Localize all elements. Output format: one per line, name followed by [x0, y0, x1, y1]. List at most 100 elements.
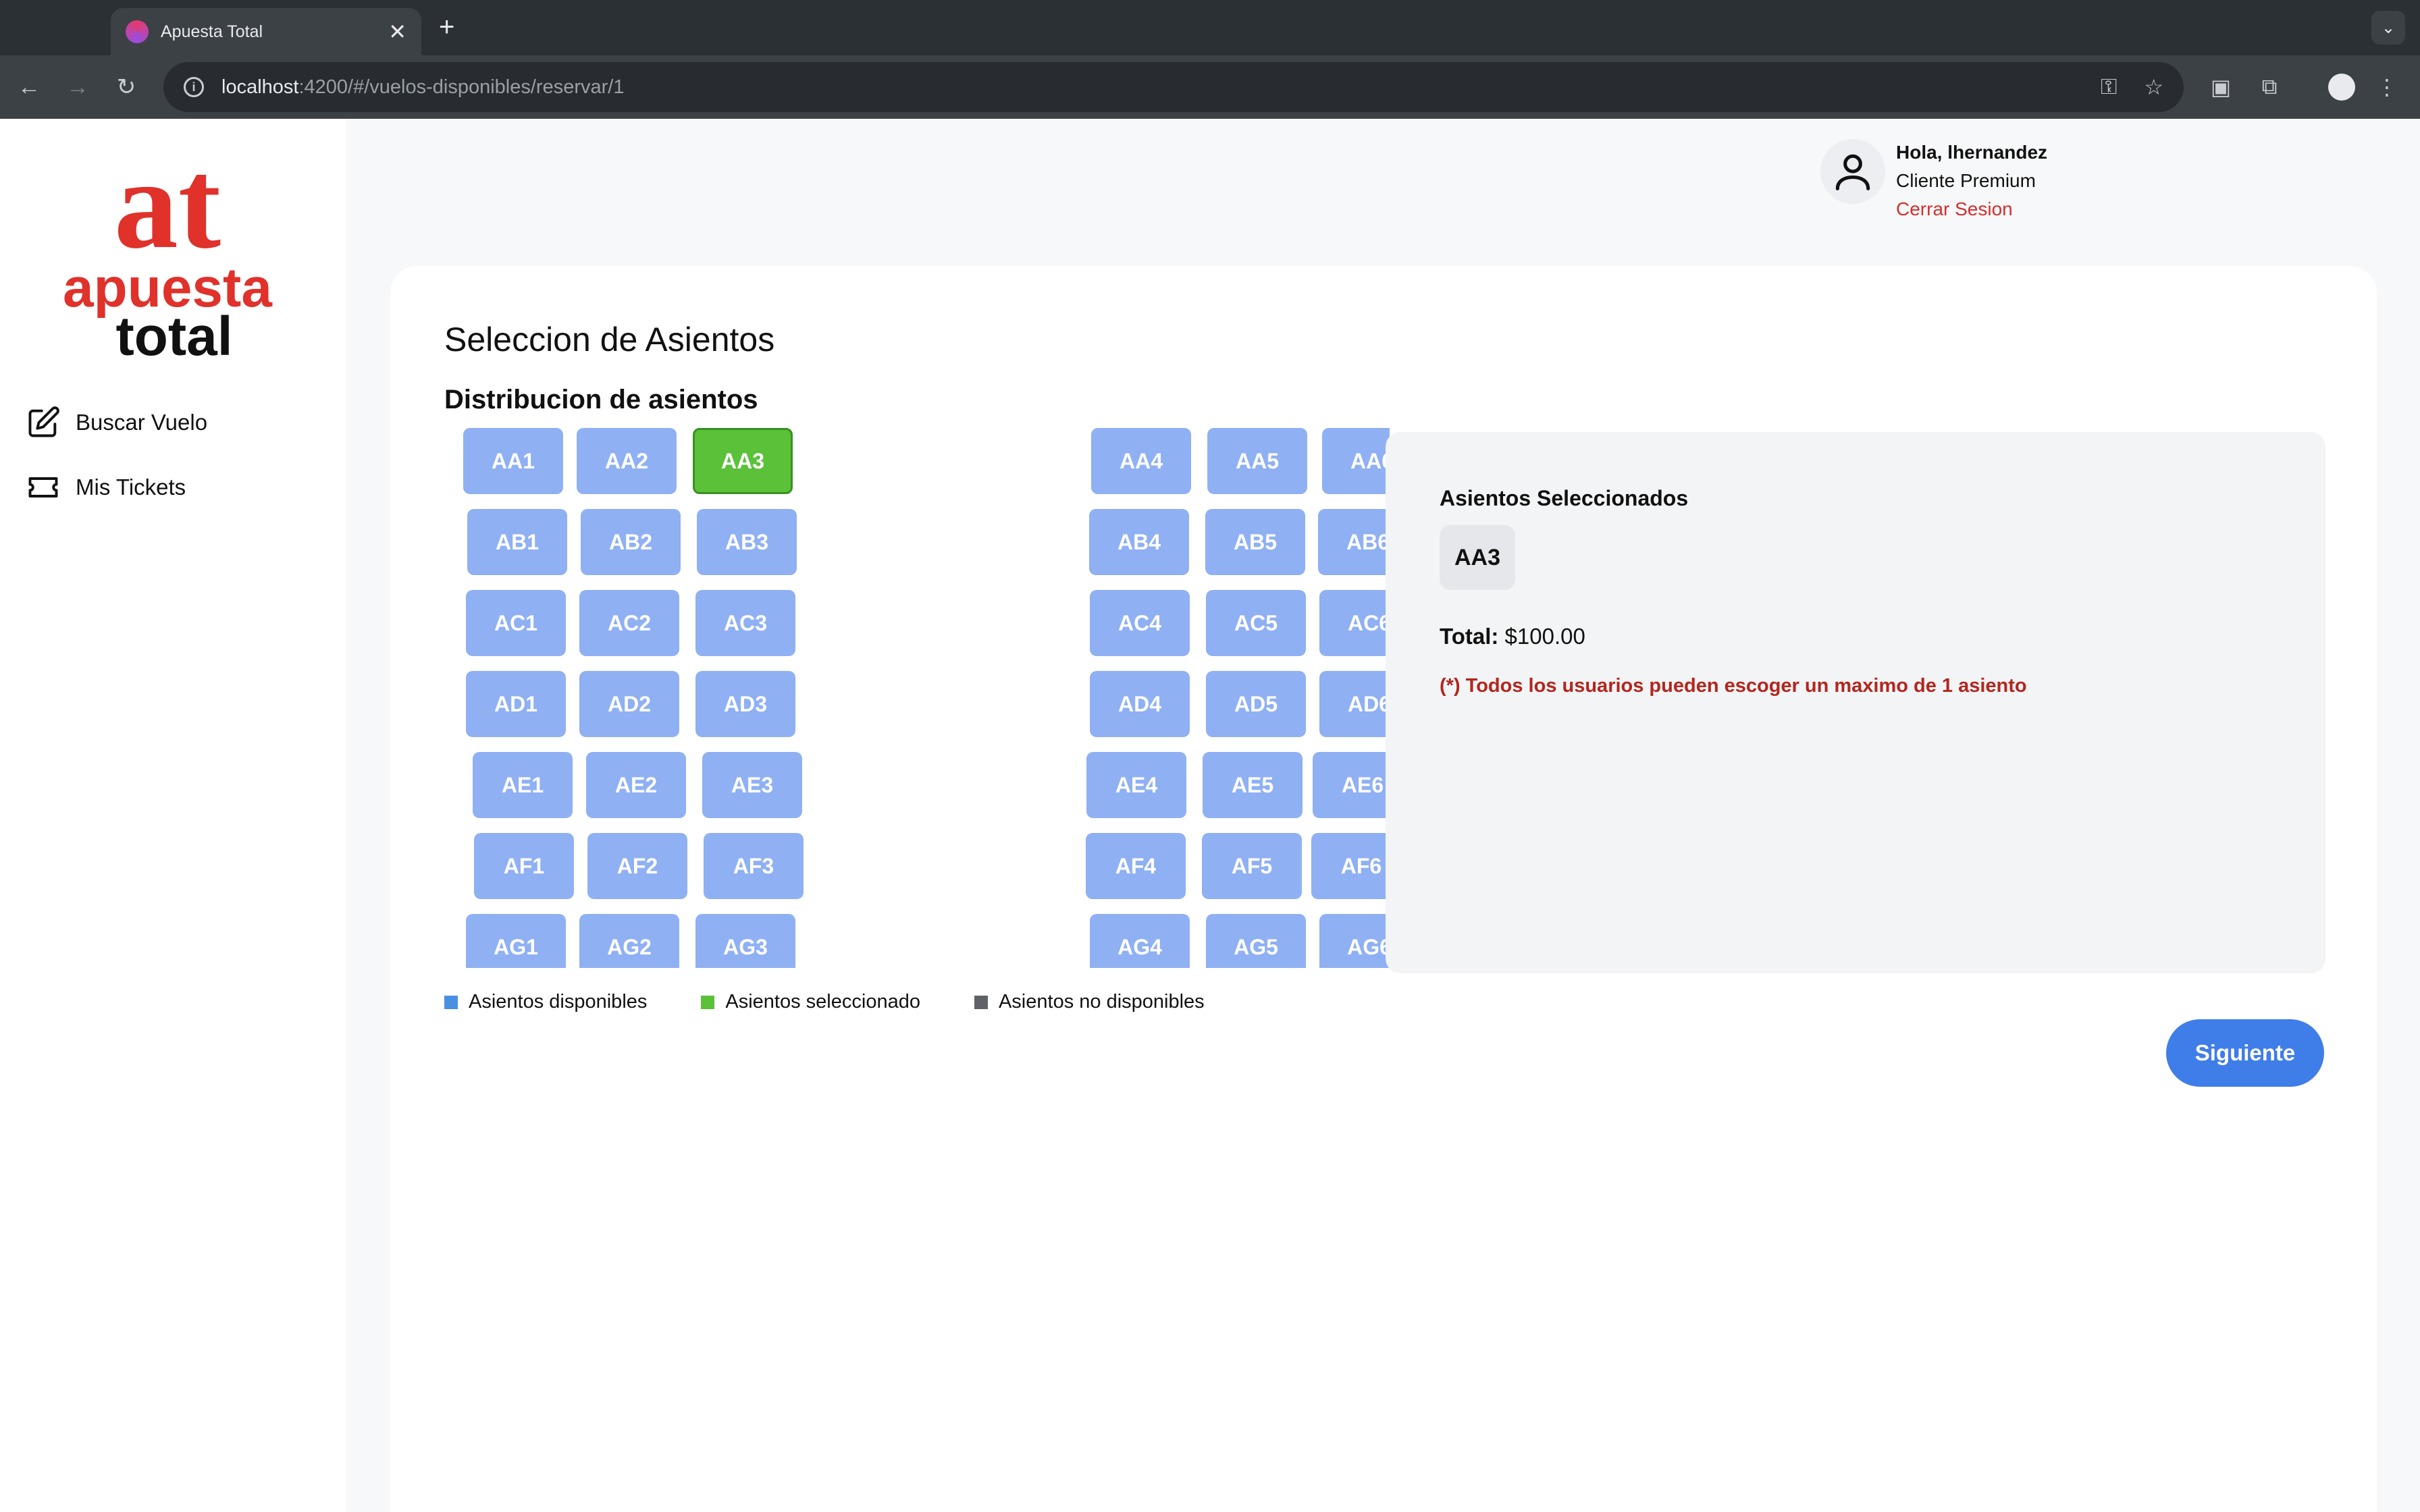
seat-map: AA1 AA2 AA3 AA4 AA5 AA6 AB1 AB2 AB3 AB4 AB5 AB6 AC1 A…	[444, 428, 1390, 968]
legend-label: Asientos seleccionado	[725, 991, 920, 1013]
page-title: Seleccion de Asientos	[444, 321, 775, 358]
total-value: $100.00	[1504, 624, 1585, 649]
seat-ab1[interactable]: AB1	[467, 509, 567, 575]
sidebar-item-buscar-vuelo[interactable]: Buscar Vuelo	[26, 405, 207, 440]
seat-ag2[interactable]: AG2	[579, 914, 679, 968]
seat-ae1[interactable]: AE1	[473, 752, 573, 818]
profile-avatar-icon[interactable]	[2328, 74, 2355, 101]
tab-title: Apuesta Total	[161, 22, 263, 41]
section-title: Distribucion de asientos	[444, 385, 758, 414]
user-greeting: Hola, lhernandez	[1896, 142, 2048, 163]
logo-at-text: at	[114, 146, 221, 275]
seat-af5[interactable]: AF5	[1202, 833, 1302, 899]
total-price: Total: $100.00	[1440, 624, 1585, 649]
seat-ae4[interactable]: AE4	[1086, 752, 1186, 818]
address-bar[interactable]: i localhost:4200/#/vuelos-disponibles/re…	[163, 62, 2184, 112]
browser-toolbar: ← → ↻ i localhost:4200/#/vuelos-disponib…	[0, 55, 2420, 119]
user-avatar-icon	[1820, 139, 1885, 204]
seat-af4[interactable]: AF4	[1086, 833, 1186, 899]
seat-ag3[interactable]: AG3	[695, 914, 795, 968]
ticket-icon	[28, 477, 58, 497]
seat-aa2[interactable]: AA2	[577, 428, 677, 494]
logo-total-text: total	[115, 306, 232, 362]
seat-af2[interactable]: AF2	[587, 833, 687, 899]
legend-item-selected: Asientos seleccionado	[701, 991, 920, 1013]
seat-ad4[interactable]: AD4	[1090, 671, 1190, 737]
seat-ab3[interactable]: AB3	[697, 509, 797, 575]
seat-ab5[interactable]: AB5	[1205, 509, 1305, 575]
seat-ac3[interactable]: AC3	[695, 590, 795, 656]
sidebar-item-label: Mis Tickets	[76, 475, 186, 500]
legend-item-unavailable: Asientos no disponibles	[974, 991, 1205, 1013]
seat-af1[interactable]: AF1	[474, 833, 574, 899]
seat-ab2[interactable]: AB2	[581, 509, 681, 575]
selected-seat-chip: AA3	[1440, 525, 1515, 590]
seat-ab6[interactable]: AB6	[1318, 509, 1390, 575]
seat-ad6[interactable]: AD6	[1319, 671, 1390, 737]
extensions-icon[interactable]: ⧉	[2251, 69, 2288, 105]
seat-ac4[interactable]: AC4	[1090, 590, 1190, 656]
seat-selection-card: Seleccion de Asientos Distribucion de as…	[390, 266, 2377, 1512]
new-tab-icon[interactable]: +	[439, 12, 454, 43]
seat-ag6[interactable]: AG6	[1319, 914, 1390, 968]
seat-af6[interactable]: AF6	[1311, 833, 1390, 899]
user-role: Cliente Premium	[1896, 170, 2036, 191]
apuesta-total-logo: at apuesta total	[63, 146, 273, 362]
seat-ad5[interactable]: AD5	[1206, 671, 1306, 737]
seat-ae6[interactable]: AE6	[1313, 752, 1390, 818]
seat-aa5[interactable]: AA5	[1207, 428, 1307, 494]
seat-ac1[interactable]: AC1	[466, 590, 566, 656]
sidebar-item-mis-tickets[interactable]: Mis Tickets	[26, 470, 186, 505]
seat-ad2[interactable]: AD2	[579, 671, 679, 737]
tab-search-icon[interactable]: ⌄	[2371, 11, 2405, 45]
legend-swatch-available	[444, 995, 458, 1009]
menu-dots-icon[interactable]: ⋮	[2369, 69, 2405, 105]
reload-icon[interactable]: ↻	[109, 70, 143, 104]
legend-swatch-unavailable	[974, 995, 988, 1009]
seat-ab4[interactable]: AB4	[1089, 509, 1189, 575]
legend-swatch-selected	[701, 995, 715, 1009]
edit-icon	[28, 406, 59, 437]
browser-tabstrip: Apuesta Total ✕ + ⌄	[0, 0, 2420, 55]
sidebar: at apuesta total Buscar Vuelo Mis Ticket…	[0, 119, 346, 1512]
url-host: localhost	[221, 76, 299, 98]
seat-ac5[interactable]: AC5	[1206, 590, 1306, 656]
seat-ac2[interactable]: AC2	[579, 590, 679, 656]
seat-ag1[interactable]: AG1	[466, 914, 566, 968]
seat-ae3[interactable]: AE3	[702, 752, 802, 818]
password-key-icon[interactable]: ⚿	[2101, 74, 2117, 100]
legend-item-available: Asientos disponibles	[444, 991, 647, 1013]
seat-ad1[interactable]: AD1	[466, 671, 566, 737]
browser-tab[interactable]: Apuesta Total ✕	[111, 8, 421, 55]
selected-seats-title: Asientos Seleccionados	[1440, 486, 1689, 510]
selected-seats-panel: Asientos Seleccionados AA3 Total: $100.0…	[1386, 432, 2325, 973]
seat-ac6[interactable]: AC6	[1319, 590, 1390, 656]
total-label: Total:	[1440, 624, 1499, 649]
back-icon[interactable]: ←	[12, 70, 46, 104]
seat-ae2[interactable]: AE2	[586, 752, 686, 818]
seat-legend: Asientos disponibles Asientos selecciona…	[444, 991, 1205, 1013]
seat-ad3[interactable]: AD3	[695, 671, 795, 737]
seat-ag4[interactable]: AG4	[1090, 914, 1190, 968]
bookmark-star-icon[interactable]: ☆	[2144, 74, 2163, 100]
seat-ag5[interactable]: AG5	[1206, 914, 1306, 968]
seat-aa3[interactable]: AA3	[693, 428, 793, 494]
picture-in-picture-icon[interactable]: ▣	[2203, 69, 2239, 105]
main-content: Hola, lhernandez Cliente Premium Cerrar …	[346, 119, 2420, 1512]
seat-af3[interactable]: AF3	[704, 833, 804, 899]
seat-aa6[interactable]: AA6	[1322, 428, 1390, 494]
seat-aa4[interactable]: AA4	[1091, 428, 1191, 494]
seat-limit-warning: (*) Todos los usuarios pueden escoger un…	[1440, 675, 2027, 697]
user-panel: Hola, lhernandez Cliente Premium Cerrar …	[1820, 139, 2047, 220]
sidebar-item-label: Buscar Vuelo	[76, 410, 208, 435]
favicon-icon	[126, 20, 149, 43]
seat-ae5[interactable]: AE5	[1203, 752, 1303, 818]
url-path: :4200/#/vuelos-disponibles/reservar/1	[298, 76, 625, 98]
forward-icon[interactable]: →	[61, 70, 95, 104]
next-button[interactable]: Siguiente	[2166, 1019, 2324, 1087]
site-info-icon[interactable]: i	[184, 77, 204, 97]
logout-link[interactable]: Cerrar Sesion	[1896, 198, 2047, 220]
seat-aa1[interactable]: AA1	[463, 428, 563, 494]
legend-label: Asientos no disponibles	[998, 991, 1205, 1013]
close-tab-icon[interactable]: ✕	[388, 21, 406, 43]
